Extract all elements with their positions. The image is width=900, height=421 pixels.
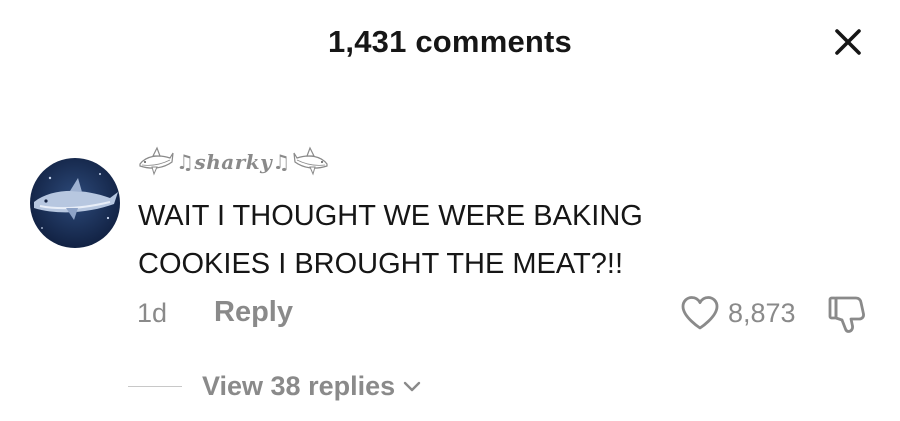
comment-item: ♫sharky♫ WAIT I THOUGHT WE WERE BAKING C… bbox=[0, 140, 900, 401]
comments-count-title: 1,431 comments bbox=[327, 24, 573, 59]
view-replies-button[interactable]: View 38 replies bbox=[202, 371, 423, 402]
view-replies-label: View 38 replies bbox=[202, 370, 396, 401]
comment-timestamp: 1d bbox=[137, 298, 168, 328]
replies-divider bbox=[128, 385, 182, 387]
comments-header: 1,431 comments bbox=[0, 0, 900, 90]
shark-emoji-icon bbox=[139, 146, 174, 176]
thumbs-down-icon bbox=[828, 296, 865, 333]
shark-avatar-image bbox=[30, 158, 120, 248]
heart-icon bbox=[681, 296, 719, 330]
username-text: ♫sharky♫ bbox=[176, 150, 291, 174]
comment-username[interactable]: ♫sharky♫ bbox=[138, 140, 329, 184]
reply-button[interactable]: Reply bbox=[214, 296, 293, 329]
like-count: 8,873 bbox=[728, 297, 796, 328]
dislike-button[interactable] bbox=[826, 294, 870, 334]
comment-body: WAIT I THOUGHT WE WERE BAKING COOKIES I … bbox=[138, 200, 643, 280]
chevron-down-icon bbox=[403, 381, 421, 392]
close-button[interactable] bbox=[828, 22, 868, 62]
like-button[interactable]: 8,873 bbox=[680, 293, 796, 333]
replies-row: View 38 replies bbox=[128, 366, 423, 406]
close-icon bbox=[835, 29, 861, 55]
comments-sheet: 1,431 comments ♫sharky♫ WAIT I THOUGHT W… bbox=[0, 0, 900, 421]
avatar[interactable] bbox=[30, 158, 120, 248]
shark-emoji-icon bbox=[293, 146, 328, 176]
